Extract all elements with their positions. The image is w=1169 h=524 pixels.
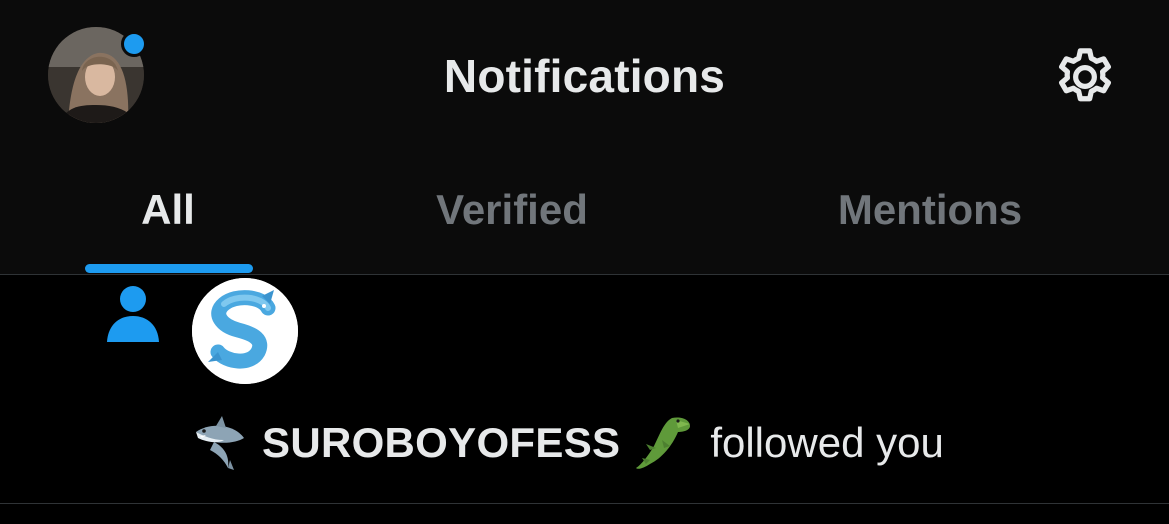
follower-name[interactable]: SUROBOYOFESS: [262, 419, 620, 467]
tab-mentions[interactable]: Mentions: [810, 182, 1050, 238]
tab-verified[interactable]: Verified: [412, 182, 612, 238]
tab-divider: [0, 274, 1169, 275]
page-title: Notifications: [443, 50, 726, 102]
notifications-screen: Notifications All Verified Mentions SURO…: [0, 0, 1169, 524]
shark-s-logo: [192, 278, 298, 384]
notification-text: SUROBOYOFESS followed you: [190, 412, 944, 474]
notification-divider: [0, 503, 1169, 504]
shark-emoji-icon: [190, 412, 252, 474]
tab-all[interactable]: All: [108, 182, 228, 238]
active-tab-indicator: [85, 264, 253, 273]
follower-avatar[interactable]: [192, 278, 298, 384]
person-icon: [105, 285, 161, 343]
notification-action-text: followed you: [710, 419, 944, 466]
gear-icon[interactable]: [1052, 44, 1118, 110]
crocodile-emoji-icon: [632, 412, 696, 474]
